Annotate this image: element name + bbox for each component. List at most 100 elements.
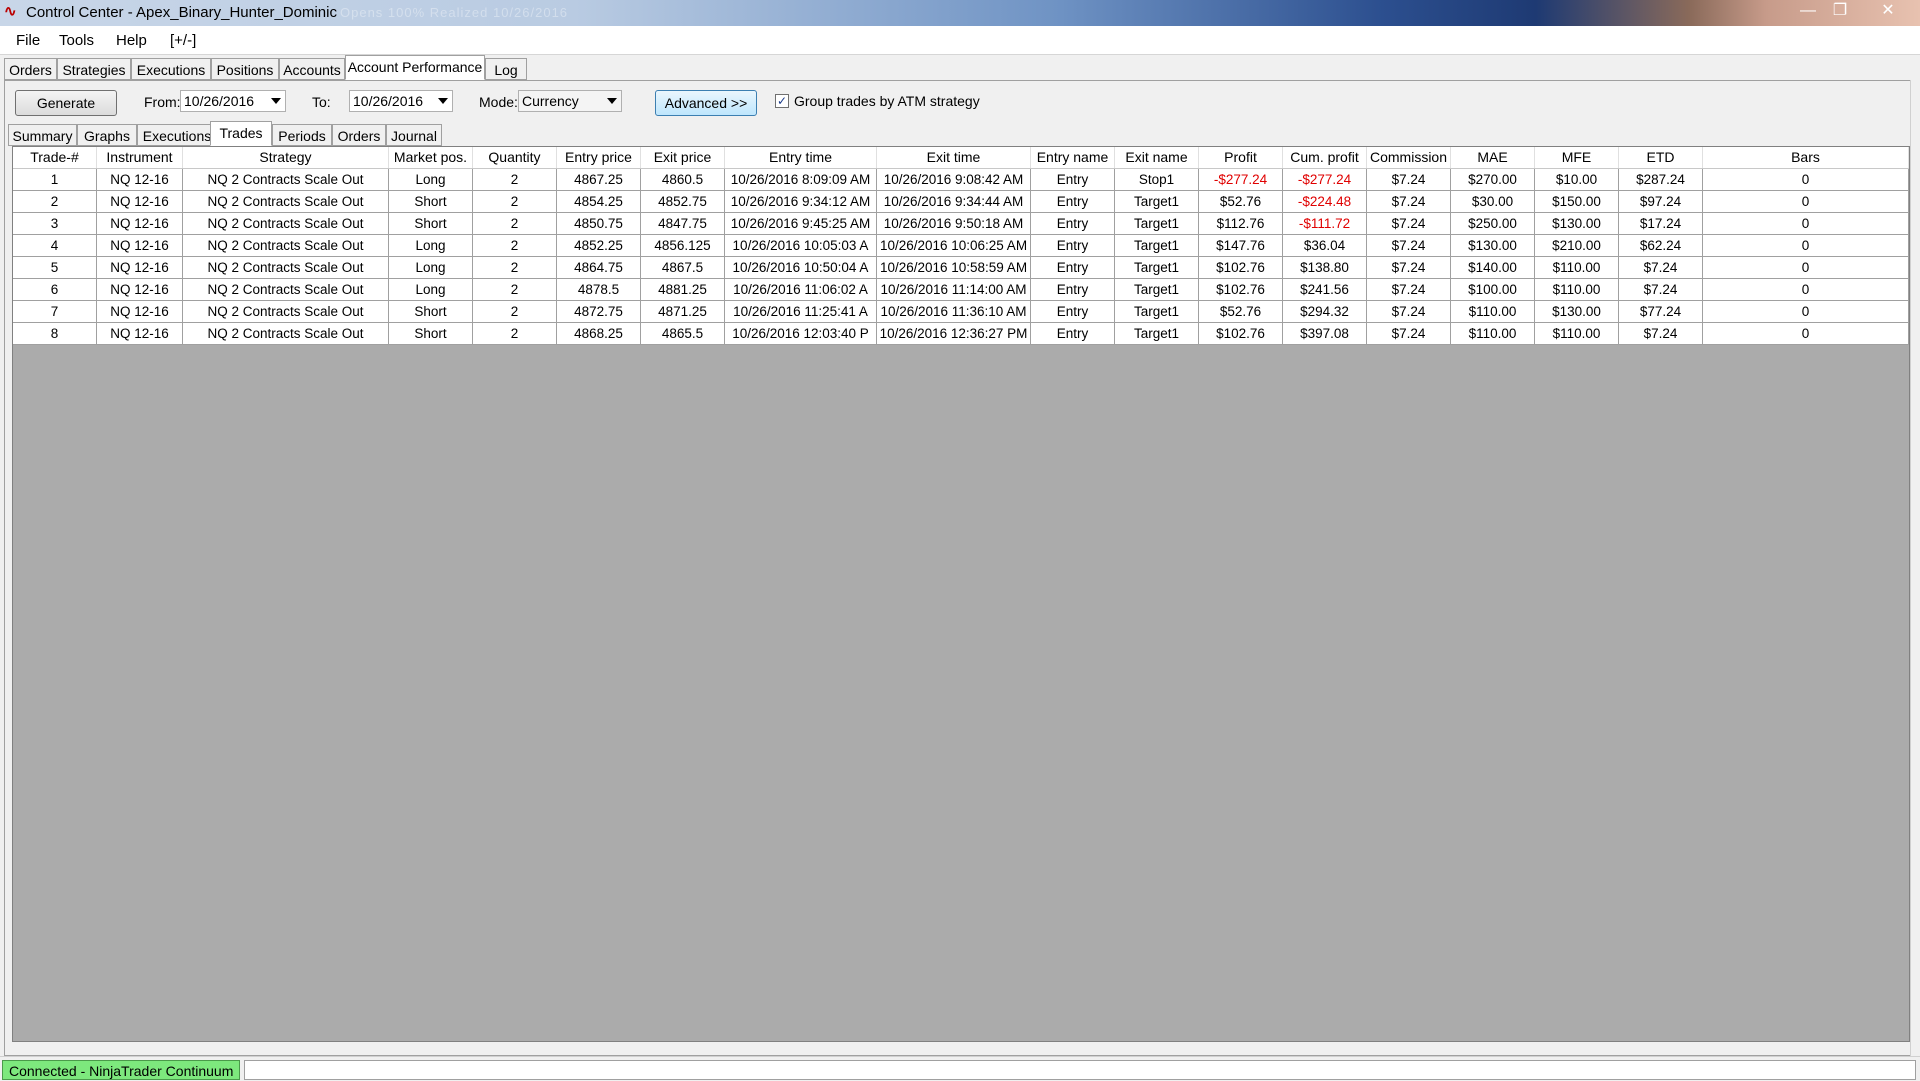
tab-account-performance[interactable]: Account Performance: [345, 55, 485, 80]
table-cell: $7.24: [1367, 191, 1451, 212]
column-header[interactable]: Exit price: [641, 147, 725, 168]
table-cell: $102.76: [1199, 257, 1283, 278]
table-cell: $30.00: [1451, 191, 1535, 212]
mode-value: Currency: [522, 93, 579, 109]
table-cell: Target1: [1115, 301, 1199, 322]
menu-help[interactable]: Help: [116, 32, 147, 49]
menu-tools[interactable]: Tools: [59, 32, 94, 49]
table-cell: 10/26/2016 10:05:03 A: [725, 235, 877, 256]
tab-strategies[interactable]: Strategies: [57, 58, 131, 80]
table-cell: $110.00: [1535, 257, 1619, 278]
subtab-trades[interactable]: Trades: [210, 121, 272, 146]
table-row[interactable]: 2 NQ 12-16 NQ 2 Contracts Scale Out Short 2 4…: [13, 191, 1909, 213]
table-cell: $7.24: [1367, 169, 1451, 190]
table-cell: Target1: [1115, 323, 1199, 344]
column-header[interactable]: Commission: [1367, 147, 1451, 168]
table-cell: Entry: [1031, 169, 1115, 190]
column-header[interactable]: MAE: [1451, 147, 1535, 168]
table-cell: Stop1: [1115, 169, 1199, 190]
tab-executions[interactable]: Executions: [131, 58, 211, 80]
table-row[interactable]: 5 NQ 12-16 NQ 2 Contracts Scale Out Long 2 48…: [13, 257, 1909, 279]
table-cell: NQ 12-16: [97, 323, 183, 344]
mode-label: Mode:: [479, 94, 518, 110]
table-cell: 4856.125: [641, 235, 725, 256]
tab-positions[interactable]: Positions: [211, 58, 279, 80]
maximize-icon[interactable]: ❐: [1822, 0, 1858, 22]
column-header[interactable]: Exit time: [877, 147, 1031, 168]
menu-toggle[interactable]: [+/-]: [170, 32, 196, 49]
table-row[interactable]: 3 NQ 12-16 NQ 2 Contracts Scale Out Short 2 4…: [13, 213, 1909, 235]
column-header[interactable]: Trade-#: [13, 147, 97, 168]
table-cell: 0: [1703, 235, 1909, 256]
table-cell: 10/26/2016 12:36:27 PM: [877, 323, 1031, 344]
column-header[interactable]: Strategy: [183, 147, 389, 168]
tab-log[interactable]: Log: [485, 58, 527, 80]
generate-button[interactable]: Generate: [15, 90, 117, 116]
chevron-down-icon: [438, 98, 448, 104]
table-row[interactable]: 4 NQ 12-16 NQ 2 Contracts Scale Out Long 2 48…: [13, 235, 1909, 257]
to-date-picker[interactable]: 10/26/2016: [349, 90, 453, 112]
tab-accounts[interactable]: Accounts: [279, 58, 345, 80]
subtab-executions[interactable]: Executions: [137, 124, 217, 146]
table-row[interactable]: 6 NQ 12-16 NQ 2 Contracts Scale Out Long 2 48…: [13, 279, 1909, 301]
subtab-journal[interactable]: Journal: [386, 124, 442, 146]
group-trades-checkbox[interactable]: ✓: [775, 94, 789, 108]
table-cell: Long: [389, 257, 473, 278]
table-cell: -$111.72: [1283, 213, 1367, 234]
table-cell: $110.00: [1535, 279, 1619, 300]
to-date-value: 10/26/2016: [353, 93, 424, 109]
table-cell: 10/26/2016 9:50:18 AM: [877, 213, 1031, 234]
table-cell: NQ 2 Contracts Scale Out: [183, 279, 389, 300]
tab-orders[interactable]: Orders: [4, 58, 57, 80]
close-icon[interactable]: ✕: [1868, 0, 1908, 22]
table-cell: NQ 12-16: [97, 257, 183, 278]
table-cell: NQ 12-16: [97, 279, 183, 300]
table-row[interactable]: 1 NQ 12-16 NQ 2 Contracts Scale Out Long 2 48…: [13, 169, 1909, 191]
column-header[interactable]: Entry time: [725, 147, 877, 168]
table-cell: $270.00: [1451, 169, 1535, 190]
column-header[interactable]: ETD: [1619, 147, 1703, 168]
table-cell: 2: [13, 191, 97, 212]
trades-grid[interactable]: Trade-# Instrument Strategy Market pos. Quan…: [12, 146, 1910, 1042]
table-cell: 4854.25: [557, 191, 641, 212]
column-header[interactable]: Profit: [1199, 147, 1283, 168]
table-cell: $210.00: [1535, 235, 1619, 256]
table-cell: $52.76: [1199, 301, 1283, 322]
column-header[interactable]: Quantity: [473, 147, 557, 168]
mode-select[interactable]: Currency: [518, 90, 622, 112]
column-header[interactable]: Bars: [1703, 147, 1909, 168]
advanced-button[interactable]: Advanced >>: [655, 90, 757, 116]
column-header[interactable]: Exit name: [1115, 147, 1199, 168]
table-cell: NQ 2 Contracts Scale Out: [183, 169, 389, 190]
column-header[interactable]: MFE: [1535, 147, 1619, 168]
table-cell: Target1: [1115, 257, 1199, 278]
minimize-icon[interactable]: —: [1790, 0, 1826, 22]
table-cell: 2: [473, 169, 557, 190]
subtab-periods[interactable]: Periods: [272, 124, 332, 146]
table-cell: NQ 2 Contracts Scale Out: [183, 235, 389, 256]
column-header[interactable]: Market pos.: [389, 147, 473, 168]
table-cell: $138.80: [1283, 257, 1367, 278]
app-icon: ∿: [4, 3, 17, 20]
vertical-scrollbar[interactable]: [1910, 80, 1919, 1056]
table-cell: 2: [473, 235, 557, 256]
subtab-orders[interactable]: Orders: [332, 124, 386, 146]
column-header[interactable]: Entry name: [1031, 147, 1115, 168]
column-header[interactable]: Instrument: [97, 147, 183, 168]
table-row[interactable]: 7 NQ 12-16 NQ 2 Contracts Scale Out Short 2 4…: [13, 301, 1909, 323]
window-title-faded: Opens 100% Realized 10/26/2016: [340, 5, 569, 20]
chevron-down-icon: [607, 98, 617, 104]
column-header[interactable]: Cum. profit: [1283, 147, 1367, 168]
table-cell: $397.08: [1283, 323, 1367, 344]
table-cell: 4867.25: [557, 169, 641, 190]
table-row[interactable]: 8 NQ 12-16 NQ 2 Contracts Scale Out Short 2 4…: [13, 323, 1909, 345]
subtab-summary[interactable]: Summary: [8, 124, 77, 146]
table-cell: NQ 2 Contracts Scale Out: [183, 257, 389, 278]
subtab-graphs[interactable]: Graphs: [77, 124, 137, 146]
table-cell: $52.76: [1199, 191, 1283, 212]
menu-file[interactable]: File: [16, 32, 40, 49]
table-cell: -$224.48: [1283, 191, 1367, 212]
table-cell: $140.00: [1451, 257, 1535, 278]
column-header[interactable]: Entry price: [557, 147, 641, 168]
from-date-picker[interactable]: 10/26/2016: [180, 90, 286, 112]
